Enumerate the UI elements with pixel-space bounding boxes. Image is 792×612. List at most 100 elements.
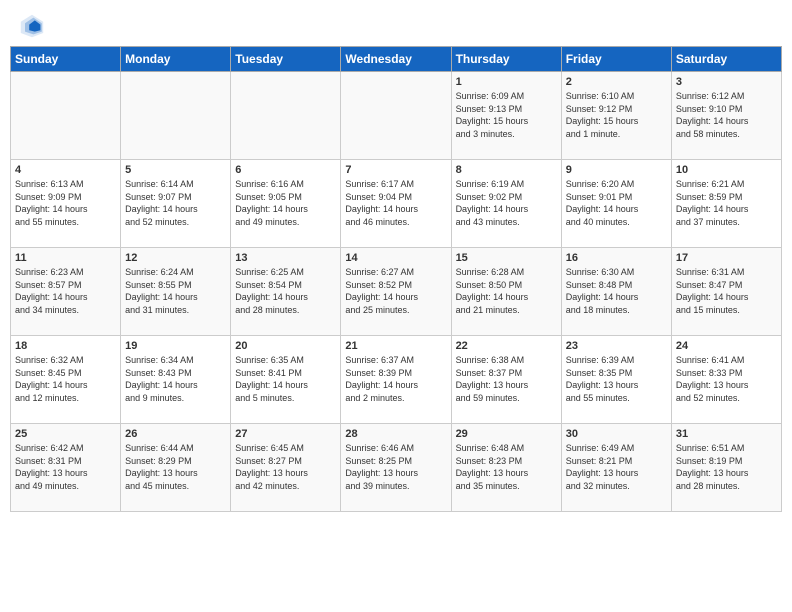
day-number: 6 — [235, 164, 336, 176]
calendar-cell: 12 Sunrise: 6:24 AM Sunset: 8:55 PM Dayli… — [121, 248, 231, 336]
day-number: 20 — [235, 340, 336, 352]
calendar-cell: 31 Sunrise: 6:51 AM Sunset: 8:19 PM Dayli… — [671, 424, 781, 512]
day-info: Sunrise: 6:35 AM Sunset: 8:41 PM Dayligh… — [235, 354, 336, 404]
day-number: 8 — [456, 164, 557, 176]
day-number: 19 — [125, 340, 226, 352]
calendar-cell: 28 Sunrise: 6:46 AM Sunset: 8:25 PM Dayli… — [341, 424, 451, 512]
day-number: 3 — [676, 76, 777, 88]
day-info: Sunrise: 6:45 AM Sunset: 8:27 PM Dayligh… — [235, 442, 336, 492]
day-number: 17 — [676, 252, 777, 264]
day-number: 26 — [125, 428, 226, 440]
weekday-header-row: SundayMondayTuesdayWednesdayThursdayFrid… — [11, 47, 782, 72]
day-info: Sunrise: 6:13 AM Sunset: 9:09 PM Dayligh… — [15, 178, 116, 228]
calendar-cell: 7Sunrise: 6:17 AM Sunset: 9:04 PM Daylig… — [341, 160, 451, 248]
calendar-cell: 27 Sunrise: 6:45 AM Sunset: 8:27 PM Dayli… — [231, 424, 341, 512]
calendar-cell: 26Sunrise: 6:44 AM Sunset: 8:29 PM Dayli… — [121, 424, 231, 512]
day-number: 28 — [345, 428, 446, 440]
day-info: Sunrise: 6:51 AM Sunset: 8:19 PM Dayligh… — [676, 442, 777, 492]
day-info: Sunrise: 6:14 AM Sunset: 9:07 PM Dayligh… — [125, 178, 226, 228]
weekday-header-tuesday: Tuesday — [231, 47, 341, 72]
day-number: 12 — [125, 252, 226, 264]
calendar-cell: 29 Sunrise: 6:48 AM Sunset: 8:23 PM Dayli… — [451, 424, 561, 512]
calendar-cell: 16 Sunrise: 6:30 AM Sunset: 8:48 PM Dayli… — [561, 248, 671, 336]
day-info: Sunrise: 6:21 AM Sunset: 8:59 PM Dayligh… — [676, 178, 777, 228]
logo-icon — [18, 12, 46, 40]
calendar-cell: 10 Sunrise: 6:21 AM Sunset: 8:59 PM Dayli… — [671, 160, 781, 248]
day-number: 21 — [345, 340, 446, 352]
day-info: Sunrise: 6:32 AM Sunset: 8:45 PM Dayligh… — [15, 354, 116, 404]
day-info: Sunrise: 6:25 AM Sunset: 8:54 PM Dayligh… — [235, 266, 336, 316]
day-number: 4 — [15, 164, 116, 176]
day-number: 2 — [566, 76, 667, 88]
day-number: 16 — [566, 252, 667, 264]
calendar-cell — [121, 72, 231, 160]
day-info: Sunrise: 6:46 AM Sunset: 8:25 PM Dayligh… — [345, 442, 446, 492]
day-info: Sunrise: 6:27 AM Sunset: 8:52 PM Dayligh… — [345, 266, 446, 316]
calendar-cell: 1 Sunrise: 6:09 AM Sunset: 9:13 PM Daylig… — [451, 72, 561, 160]
day-info: Sunrise: 6:09 AM Sunset: 9:13 PM Dayligh… — [456, 90, 557, 140]
day-info: Sunrise: 6:19 AM Sunset: 9:02 PM Dayligh… — [456, 178, 557, 228]
calendar-cell — [11, 72, 121, 160]
calendar-cell: 13 Sunrise: 6:25 AM Sunset: 8:54 PM Dayli… — [231, 248, 341, 336]
calendar-cell: 15 Sunrise: 6:28 AM Sunset: 8:50 PM Dayli… — [451, 248, 561, 336]
calendar-cell — [231, 72, 341, 160]
day-number: 7 — [345, 164, 446, 176]
day-info: Sunrise: 6:48 AM Sunset: 8:23 PM Dayligh… — [456, 442, 557, 492]
weekday-header-monday: Monday — [121, 47, 231, 72]
day-info: Sunrise: 6:20 AM Sunset: 9:01 PM Dayligh… — [566, 178, 667, 228]
day-info: Sunrise: 6:28 AM Sunset: 8:50 PM Dayligh… — [456, 266, 557, 316]
calendar-week-row: 25Sunrise: 6:42 AM Sunset: 8:31 PM Dayli… — [11, 424, 782, 512]
calendar-cell: 8 Sunrise: 6:19 AM Sunset: 9:02 PM Daylig… — [451, 160, 561, 248]
calendar-cell: 25Sunrise: 6:42 AM Sunset: 8:31 PM Dayli… — [11, 424, 121, 512]
weekday-header-friday: Friday — [561, 47, 671, 72]
calendar-cell: 14 Sunrise: 6:27 AM Sunset: 8:52 PM Dayli… — [341, 248, 451, 336]
weekday-header-thursday: Thursday — [451, 47, 561, 72]
calendar-week-row: 1 Sunrise: 6:09 AM Sunset: 9:13 PM Daylig… — [11, 72, 782, 160]
day-number: 13 — [235, 252, 336, 264]
calendar-week-row: 18 Sunrise: 6:32 AM Sunset: 8:45 PM Dayli… — [11, 336, 782, 424]
day-info: Sunrise: 6:37 AM Sunset: 8:39 PM Dayligh… — [345, 354, 446, 404]
day-info: Sunrise: 6:12 AM Sunset: 9:10 PM Dayligh… — [676, 90, 777, 140]
calendar-cell: 3 Sunrise: 6:12 AM Sunset: 9:10 PM Daylig… — [671, 72, 781, 160]
calendar-cell: 30Sunrise: 6:49 AM Sunset: 8:21 PM Dayli… — [561, 424, 671, 512]
calendar-cell: 20 Sunrise: 6:35 AM Sunset: 8:41 PM Dayli… — [231, 336, 341, 424]
weekday-header-saturday: Saturday — [671, 47, 781, 72]
calendar-cell: 4 Sunrise: 6:13 AM Sunset: 9:09 PM Daylig… — [11, 160, 121, 248]
day-number: 30 — [566, 428, 667, 440]
day-number: 15 — [456, 252, 557, 264]
day-number: 29 — [456, 428, 557, 440]
day-number: 1 — [456, 76, 557, 88]
day-info: Sunrise: 6:10 AM Sunset: 9:12 PM Dayligh… — [566, 90, 667, 140]
day-number: 10 — [676, 164, 777, 176]
day-info: Sunrise: 6:39 AM Sunset: 8:35 PM Dayligh… — [566, 354, 667, 404]
logo — [18, 12, 50, 40]
calendar-table: SundayMondayTuesdayWednesdayThursdayFrid… — [10, 46, 782, 512]
day-info: Sunrise: 6:41 AM Sunset: 8:33 PM Dayligh… — [676, 354, 777, 404]
day-number: 18 — [15, 340, 116, 352]
weekday-header-sunday: Sunday — [11, 47, 121, 72]
day-number: 31 — [676, 428, 777, 440]
day-number: 27 — [235, 428, 336, 440]
day-number: 11 — [15, 252, 116, 264]
calendar-cell — [341, 72, 451, 160]
day-info: Sunrise: 6:23 AM Sunset: 8:57 PM Dayligh… — [15, 266, 116, 316]
calendar-cell: 21 Sunrise: 6:37 AM Sunset: 8:39 PM Dayli… — [341, 336, 451, 424]
day-info: Sunrise: 6:34 AM Sunset: 8:43 PM Dayligh… — [125, 354, 226, 404]
calendar-cell: 6 Sunrise: 6:16 AM Sunset: 9:05 PM Daylig… — [231, 160, 341, 248]
day-info: Sunrise: 6:31 AM Sunset: 8:47 PM Dayligh… — [676, 266, 777, 316]
calendar-cell: 5 Sunrise: 6:14 AM Sunset: 9:07 PM Daylig… — [121, 160, 231, 248]
day-number: 23 — [566, 340, 667, 352]
calendar-cell: 17 Sunrise: 6:31 AM Sunset: 8:47 PM Dayli… — [671, 248, 781, 336]
day-info: Sunrise: 6:24 AM Sunset: 8:55 PM Dayligh… — [125, 266, 226, 316]
day-info: Sunrise: 6:42 AM Sunset: 8:31 PM Dayligh… — [15, 442, 116, 492]
day-number: 14 — [345, 252, 446, 264]
page-header — [0, 0, 792, 46]
day-info: Sunrise: 6:30 AM Sunset: 8:48 PM Dayligh… — [566, 266, 667, 316]
weekday-header-wednesday: Wednesday — [341, 47, 451, 72]
day-info: Sunrise: 6:16 AM Sunset: 9:05 PM Dayligh… — [235, 178, 336, 228]
calendar-week-row: 4 Sunrise: 6:13 AM Sunset: 9:09 PM Daylig… — [11, 160, 782, 248]
calendar-wrap: SundayMondayTuesdayWednesdayThursdayFrid… — [0, 46, 792, 518]
day-number: 24 — [676, 340, 777, 352]
day-number: 5 — [125, 164, 226, 176]
calendar-cell: 2 Sunrise: 6:10 AM Sunset: 9:12 PM Daylig… — [561, 72, 671, 160]
